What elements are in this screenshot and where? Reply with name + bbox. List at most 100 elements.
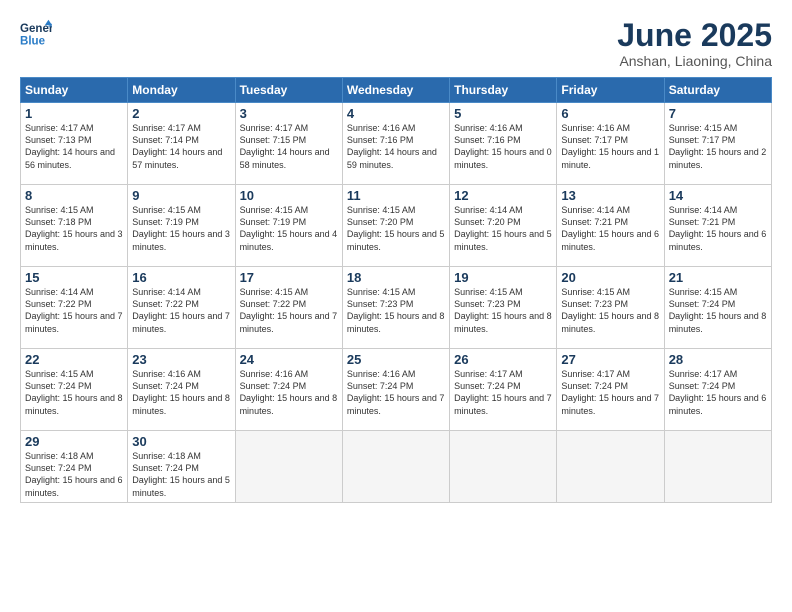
cell-info: Sunrise: 4:15 AM Sunset: 7:24 PM Dayligh… xyxy=(25,368,123,417)
table-row: 29Sunrise: 4:18 AM Sunset: 7:24 PM Dayli… xyxy=(21,431,128,503)
table-row: 12Sunrise: 4:14 AM Sunset: 7:20 PM Dayli… xyxy=(450,185,557,267)
table-row: 25Sunrise: 4:16 AM Sunset: 7:24 PM Dayli… xyxy=(342,349,449,431)
cell-info: Sunrise: 4:14 AM Sunset: 7:22 PM Dayligh… xyxy=(132,286,230,335)
day-number: 1 xyxy=(25,106,123,121)
table-row: 10Sunrise: 4:15 AM Sunset: 7:19 PM Dayli… xyxy=(235,185,342,267)
day-number: 21 xyxy=(669,270,767,285)
cell-info: Sunrise: 4:15 AM Sunset: 7:23 PM Dayligh… xyxy=(347,286,445,335)
col-monday: Monday xyxy=(128,78,235,103)
table-row: 30Sunrise: 4:18 AM Sunset: 7:24 PM Dayli… xyxy=(128,431,235,503)
day-number: 18 xyxy=(347,270,445,285)
cell-info: Sunrise: 4:14 AM Sunset: 7:20 PM Dayligh… xyxy=(454,204,552,253)
table-row: 13Sunrise: 4:14 AM Sunset: 7:21 PM Dayli… xyxy=(557,185,664,267)
cell-info: Sunrise: 4:15 AM Sunset: 7:18 PM Dayligh… xyxy=(25,204,123,253)
cell-info: Sunrise: 4:15 AM Sunset: 7:20 PM Dayligh… xyxy=(347,204,445,253)
day-number: 19 xyxy=(454,270,552,285)
page-title: June 2025 xyxy=(617,18,772,53)
day-number: 23 xyxy=(132,352,230,367)
subtitle: Anshan, Liaoning, China xyxy=(617,53,772,69)
day-number: 28 xyxy=(669,352,767,367)
table-row: 14Sunrise: 4:14 AM Sunset: 7:21 PM Dayli… xyxy=(664,185,771,267)
cell-info: Sunrise: 4:15 AM Sunset: 7:19 PM Dayligh… xyxy=(132,204,230,253)
cell-info: Sunrise: 4:16 AM Sunset: 7:16 PM Dayligh… xyxy=(454,122,552,171)
table-row xyxy=(664,431,771,503)
table-row: 8Sunrise: 4:15 AM Sunset: 7:18 PM Daylig… xyxy=(21,185,128,267)
table-row: 18Sunrise: 4:15 AM Sunset: 7:23 PM Dayli… xyxy=(342,267,449,349)
day-number: 13 xyxy=(561,188,659,203)
cell-info: Sunrise: 4:17 AM Sunset: 7:15 PM Dayligh… xyxy=(240,122,338,171)
cell-info: Sunrise: 4:16 AM Sunset: 7:24 PM Dayligh… xyxy=(347,368,445,417)
table-row: 23Sunrise: 4:16 AM Sunset: 7:24 PM Dayli… xyxy=(128,349,235,431)
cell-info: Sunrise: 4:17 AM Sunset: 7:14 PM Dayligh… xyxy=(132,122,230,171)
day-number: 7 xyxy=(669,106,767,121)
col-sunday: Sunday xyxy=(21,78,128,103)
table-row: 28Sunrise: 4:17 AM Sunset: 7:24 PM Dayli… xyxy=(664,349,771,431)
table-row: 24Sunrise: 4:16 AM Sunset: 7:24 PM Dayli… xyxy=(235,349,342,431)
table-row: 27Sunrise: 4:17 AM Sunset: 7:24 PM Dayli… xyxy=(557,349,664,431)
cell-info: Sunrise: 4:14 AM Sunset: 7:21 PM Dayligh… xyxy=(669,204,767,253)
table-row: 19Sunrise: 4:15 AM Sunset: 7:23 PM Dayli… xyxy=(450,267,557,349)
cell-info: Sunrise: 4:17 AM Sunset: 7:24 PM Dayligh… xyxy=(669,368,767,417)
cell-info: Sunrise: 4:15 AM Sunset: 7:24 PM Dayligh… xyxy=(669,286,767,335)
day-number: 30 xyxy=(132,434,230,449)
svg-text:Blue: Blue xyxy=(20,36,46,48)
table-row: 11Sunrise: 4:15 AM Sunset: 7:20 PM Dayli… xyxy=(342,185,449,267)
cell-info: Sunrise: 4:18 AM Sunset: 7:24 PM Dayligh… xyxy=(25,450,123,499)
cell-info: Sunrise: 4:15 AM Sunset: 7:22 PM Dayligh… xyxy=(240,286,338,335)
day-number: 10 xyxy=(240,188,338,203)
table-row: 20Sunrise: 4:15 AM Sunset: 7:23 PM Dayli… xyxy=(557,267,664,349)
day-number: 2 xyxy=(132,106,230,121)
table-row: 4Sunrise: 4:16 AM Sunset: 7:16 PM Daylig… xyxy=(342,103,449,185)
cell-info: Sunrise: 4:17 AM Sunset: 7:24 PM Dayligh… xyxy=(561,368,659,417)
logo: General Blue xyxy=(20,18,52,50)
col-friday: Friday xyxy=(557,78,664,103)
table-row xyxy=(557,431,664,503)
day-number: 12 xyxy=(454,188,552,203)
day-number: 6 xyxy=(561,106,659,121)
cell-info: Sunrise: 4:15 AM Sunset: 7:23 PM Dayligh… xyxy=(454,286,552,335)
table-row: 9Sunrise: 4:15 AM Sunset: 7:19 PM Daylig… xyxy=(128,185,235,267)
cell-info: Sunrise: 4:15 AM Sunset: 7:17 PM Dayligh… xyxy=(669,122,767,171)
day-number: 8 xyxy=(25,188,123,203)
table-row: 3Sunrise: 4:17 AM Sunset: 7:15 PM Daylig… xyxy=(235,103,342,185)
table-row xyxy=(342,431,449,503)
cell-info: Sunrise: 4:16 AM Sunset: 7:24 PM Dayligh… xyxy=(240,368,338,417)
table-row: 22Sunrise: 4:15 AM Sunset: 7:24 PM Dayli… xyxy=(21,349,128,431)
cell-info: Sunrise: 4:16 AM Sunset: 7:16 PM Dayligh… xyxy=(347,122,445,171)
day-number: 22 xyxy=(25,352,123,367)
cell-info: Sunrise: 4:16 AM Sunset: 7:24 PM Dayligh… xyxy=(132,368,230,417)
col-tuesday: Tuesday xyxy=(235,78,342,103)
cell-info: Sunrise: 4:16 AM Sunset: 7:17 PM Dayligh… xyxy=(561,122,659,171)
cell-info: Sunrise: 4:17 AM Sunset: 7:13 PM Dayligh… xyxy=(25,122,123,171)
table-row: 16Sunrise: 4:14 AM Sunset: 7:22 PM Dayli… xyxy=(128,267,235,349)
day-number: 16 xyxy=(132,270,230,285)
cell-info: Sunrise: 4:17 AM Sunset: 7:24 PM Dayligh… xyxy=(454,368,552,417)
cell-info: Sunrise: 4:15 AM Sunset: 7:23 PM Dayligh… xyxy=(561,286,659,335)
day-number: 20 xyxy=(561,270,659,285)
table-row: 7Sunrise: 4:15 AM Sunset: 7:17 PM Daylig… xyxy=(664,103,771,185)
col-thursday: Thursday xyxy=(450,78,557,103)
table-row: 26Sunrise: 4:17 AM Sunset: 7:24 PM Dayli… xyxy=(450,349,557,431)
col-saturday: Saturday xyxy=(664,78,771,103)
day-number: 4 xyxy=(347,106,445,121)
table-row: 5Sunrise: 4:16 AM Sunset: 7:16 PM Daylig… xyxy=(450,103,557,185)
table-row: 6Sunrise: 4:16 AM Sunset: 7:17 PM Daylig… xyxy=(557,103,664,185)
day-number: 17 xyxy=(240,270,338,285)
day-number: 5 xyxy=(454,106,552,121)
day-number: 11 xyxy=(347,188,445,203)
logo-icon: General Blue xyxy=(20,18,52,50)
table-row: 1Sunrise: 4:17 AM Sunset: 7:13 PM Daylig… xyxy=(21,103,128,185)
day-number: 25 xyxy=(347,352,445,367)
col-wednesday: Wednesday xyxy=(342,78,449,103)
cell-info: Sunrise: 4:18 AM Sunset: 7:24 PM Dayligh… xyxy=(132,450,230,499)
table-row: 17Sunrise: 4:15 AM Sunset: 7:22 PM Dayli… xyxy=(235,267,342,349)
table-row: 21Sunrise: 4:15 AM Sunset: 7:24 PM Dayli… xyxy=(664,267,771,349)
day-number: 27 xyxy=(561,352,659,367)
cell-info: Sunrise: 4:14 AM Sunset: 7:21 PM Dayligh… xyxy=(561,204,659,253)
table-row: 15Sunrise: 4:14 AM Sunset: 7:22 PM Dayli… xyxy=(21,267,128,349)
cell-info: Sunrise: 4:14 AM Sunset: 7:22 PM Dayligh… xyxy=(25,286,123,335)
day-number: 3 xyxy=(240,106,338,121)
day-number: 14 xyxy=(669,188,767,203)
day-number: 15 xyxy=(25,270,123,285)
day-number: 24 xyxy=(240,352,338,367)
